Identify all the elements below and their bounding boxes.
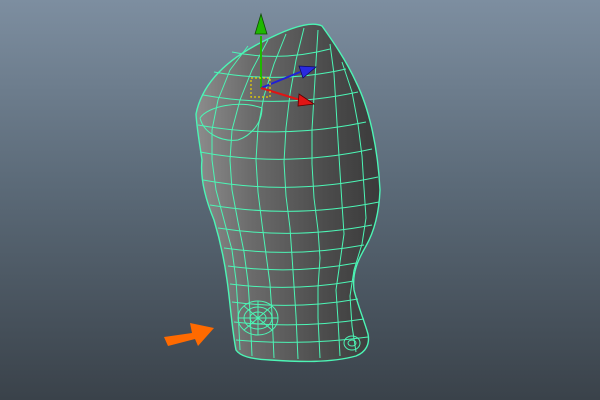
mesh-shell[interactable]	[195, 23, 381, 363]
torso-mesh[interactable]	[195, 23, 381, 363]
arrow-icon	[164, 323, 214, 346]
y-axis-arrow-icon[interactable]	[254, 12, 268, 35]
viewport-3d[interactable]	[0, 0, 600, 400]
circular-hole-loop[interactable]	[237, 300, 279, 336]
scene-canvas[interactable]	[0, 0, 600, 400]
